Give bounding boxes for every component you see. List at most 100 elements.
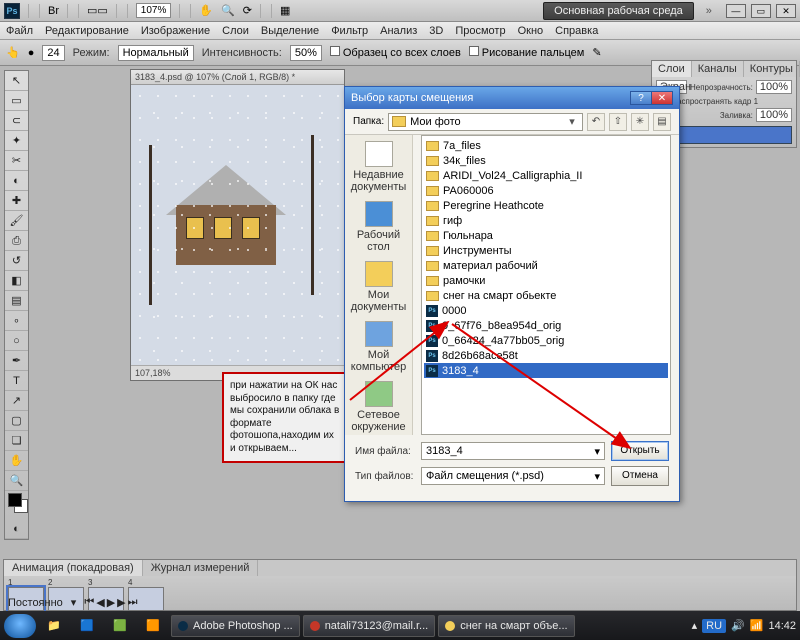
- opacity-field[interactable]: 100%: [756, 80, 792, 94]
- new-folder-button[interactable]: ✳: [631, 113, 649, 131]
- menu-image[interactable]: Изображение: [141, 25, 210, 37]
- file-item[interactable]: рамочки: [424, 273, 668, 288]
- close-button[interactable]: ✕: [776, 4, 796, 18]
- task-button[interactable]: Adobe Photoshop ...: [171, 615, 300, 637]
- intensity-field[interactable]: 50%: [290, 45, 322, 61]
- up-button[interactable]: ⇧: [609, 113, 627, 131]
- tool-3d[interactable]: ❏: [5, 431, 28, 451]
- file-item[interactable]: снег на смарт обьекте: [424, 288, 668, 303]
- tool-wand[interactable]: ✦: [5, 131, 28, 151]
- tool-brush[interactable]: 🖌: [5, 211, 28, 231]
- tool-zoom[interactable]: 🔍: [5, 471, 28, 491]
- view-menu-button[interactable]: ▤: [653, 113, 671, 131]
- place-desktop[interactable]: Рабочий стол: [349, 201, 409, 253]
- dialog-titlebar[interactable]: Выбор карты смещения ? ✕: [345, 87, 679, 109]
- minimize-button[interactable]: —: [726, 4, 746, 18]
- tool-stamp[interactable]: ⎙: [5, 231, 28, 251]
- maximize-button[interactable]: ▭: [751, 4, 771, 18]
- file-item[interactable]: Ps8d26b68ace58t: [424, 348, 668, 363]
- brush-size-field[interactable]: 24: [42, 45, 64, 61]
- tool-preset-icon[interactable]: 👆: [6, 46, 20, 59]
- filetype-select[interactable]: Файл смещения (*.psd)▾: [421, 467, 605, 485]
- place-computer[interactable]: Мой компьютер: [349, 321, 409, 373]
- file-item[interactable]: 7a_files: [424, 138, 668, 153]
- sample-all-checkbox[interactable]: Образец со всех слоев: [330, 46, 461, 59]
- place-recent[interactable]: Недавние документы: [349, 141, 409, 193]
- task-button[interactable]: natali73123@mail.r...: [303, 615, 436, 637]
- menu-window[interactable]: Окно: [518, 25, 544, 37]
- mode-select[interactable]: Нормальный: [118, 45, 194, 61]
- quickmask-icon[interactable]: ◐: [5, 519, 28, 539]
- rotate-icon[interactable]: ⟳: [243, 4, 252, 17]
- workspace-more-icon[interactable]: »: [706, 5, 712, 17]
- menu-layers[interactable]: Слои: [222, 25, 249, 37]
- pinned-app[interactable]: 🟦: [72, 615, 102, 637]
- brush-preview-icon[interactable]: ●: [28, 47, 35, 59]
- clock[interactable]: 14:42: [768, 620, 796, 632]
- zoom-icon[interactable]: 🔍: [221, 4, 235, 17]
- tab-channels[interactable]: Каналы: [692, 61, 744, 77]
- tool-history[interactable]: ↺: [5, 251, 28, 271]
- workspace-button[interactable]: Основная рабочая среда: [543, 2, 694, 20]
- folder-combo[interactable]: Мои фото ▾: [388, 113, 583, 131]
- language-indicator[interactable]: RU: [702, 619, 726, 633]
- tool-move[interactable]: ↖: [5, 71, 28, 91]
- tool-dodge[interactable]: ○: [5, 331, 28, 351]
- tool-blur[interactable]: ∘: [5, 311, 28, 331]
- place-documents[interactable]: Мои документы: [349, 261, 409, 313]
- tool-eraser[interactable]: ◧: [5, 271, 28, 291]
- open-button[interactable]: Открыть: [611, 441, 669, 461]
- fill-field[interactable]: 100%: [756, 108, 792, 122]
- file-item[interactable]: 34к_files: [424, 153, 668, 168]
- file-item[interactable]: Ps0000: [424, 303, 668, 318]
- play-button[interactable]: ▶: [107, 596, 115, 609]
- dialog-close-button[interactable]: ✕: [651, 91, 673, 105]
- file-item[interactable]: гиф: [424, 213, 668, 228]
- file-item[interactable]: Ps0_66424_4a77bb05_orig: [424, 333, 668, 348]
- tool-crop[interactable]: ✂: [5, 151, 28, 171]
- tray-network-icon[interactable]: 📶: [750, 619, 764, 632]
- dialog-help-button[interactable]: ?: [630, 91, 652, 105]
- start-button[interactable]: [4, 614, 36, 638]
- tab-animation[interactable]: Анимация (покадровая): [4, 560, 143, 576]
- place-network[interactable]: Сетевое окружение: [349, 381, 409, 433]
- menu-select[interactable]: Выделение: [261, 25, 319, 37]
- cancel-button[interactable]: Отмена: [611, 466, 669, 486]
- tool-lasso[interactable]: ⊂: [5, 111, 28, 131]
- file-item[interactable]: Peregrine Heathcote: [424, 198, 668, 213]
- file-item[interactable]: ARIDI_Vol24_Calligraphia_II: [424, 168, 668, 183]
- filename-field[interactable]: 3183_4▾: [421, 442, 605, 460]
- file-item[interactable]: Инструменты: [424, 243, 668, 258]
- menu-edit[interactable]: Редактирование: [45, 25, 129, 37]
- pinned-explorer[interactable]: 📁: [39, 615, 69, 637]
- bridge-icon[interactable]: Br: [48, 5, 59, 17]
- menu-analysis[interactable]: Анализ: [380, 25, 417, 37]
- tab-paths[interactable]: Контуры: [744, 61, 800, 77]
- document-canvas[interactable]: [131, 85, 344, 365]
- menu-file[interactable]: Файл: [6, 25, 33, 37]
- tab-measurements[interactable]: Журнал измерений: [143, 560, 259, 576]
- tool-hand[interactable]: ✋: [5, 451, 28, 471]
- arrange-icon[interactable]: ▦: [280, 4, 290, 17]
- file-item[interactable]: материал рабочий: [424, 258, 668, 273]
- pinned-app3[interactable]: 🟧: [138, 615, 168, 637]
- first-frame-button[interactable]: ⏮: [84, 596, 94, 609]
- last-frame-button[interactable]: ⏭: [128, 596, 138, 609]
- loop-select[interactable]: Постоянно: [8, 597, 63, 609]
- menu-view[interactable]: Просмотр: [455, 25, 505, 37]
- menu-help[interactable]: Справка: [555, 25, 598, 37]
- tool-type[interactable]: T: [5, 371, 28, 391]
- task-button[interactable]: снег на смарт объе...: [438, 615, 574, 637]
- tool-gradient[interactable]: ▤: [5, 291, 28, 311]
- tool-path[interactable]: ↗: [5, 391, 28, 411]
- hand-icon[interactable]: ✋: [199, 4, 213, 17]
- next-frame-button[interactable]: ▶: [117, 596, 125, 609]
- menu-3d[interactable]: 3D: [429, 25, 443, 37]
- file-item[interactable]: Гюльнара: [424, 228, 668, 243]
- tool-eyedrop[interactable]: ◐: [5, 171, 28, 191]
- tray-up-icon[interactable]: ▴: [692, 619, 698, 632]
- finger-paint-checkbox[interactable]: Рисование пальцем: [469, 46, 585, 59]
- menu-filter[interactable]: Фильтр: [331, 25, 368, 37]
- file-item[interactable]: Ps3183_4: [424, 363, 668, 378]
- color-swatches[interactable]: [5, 491, 28, 519]
